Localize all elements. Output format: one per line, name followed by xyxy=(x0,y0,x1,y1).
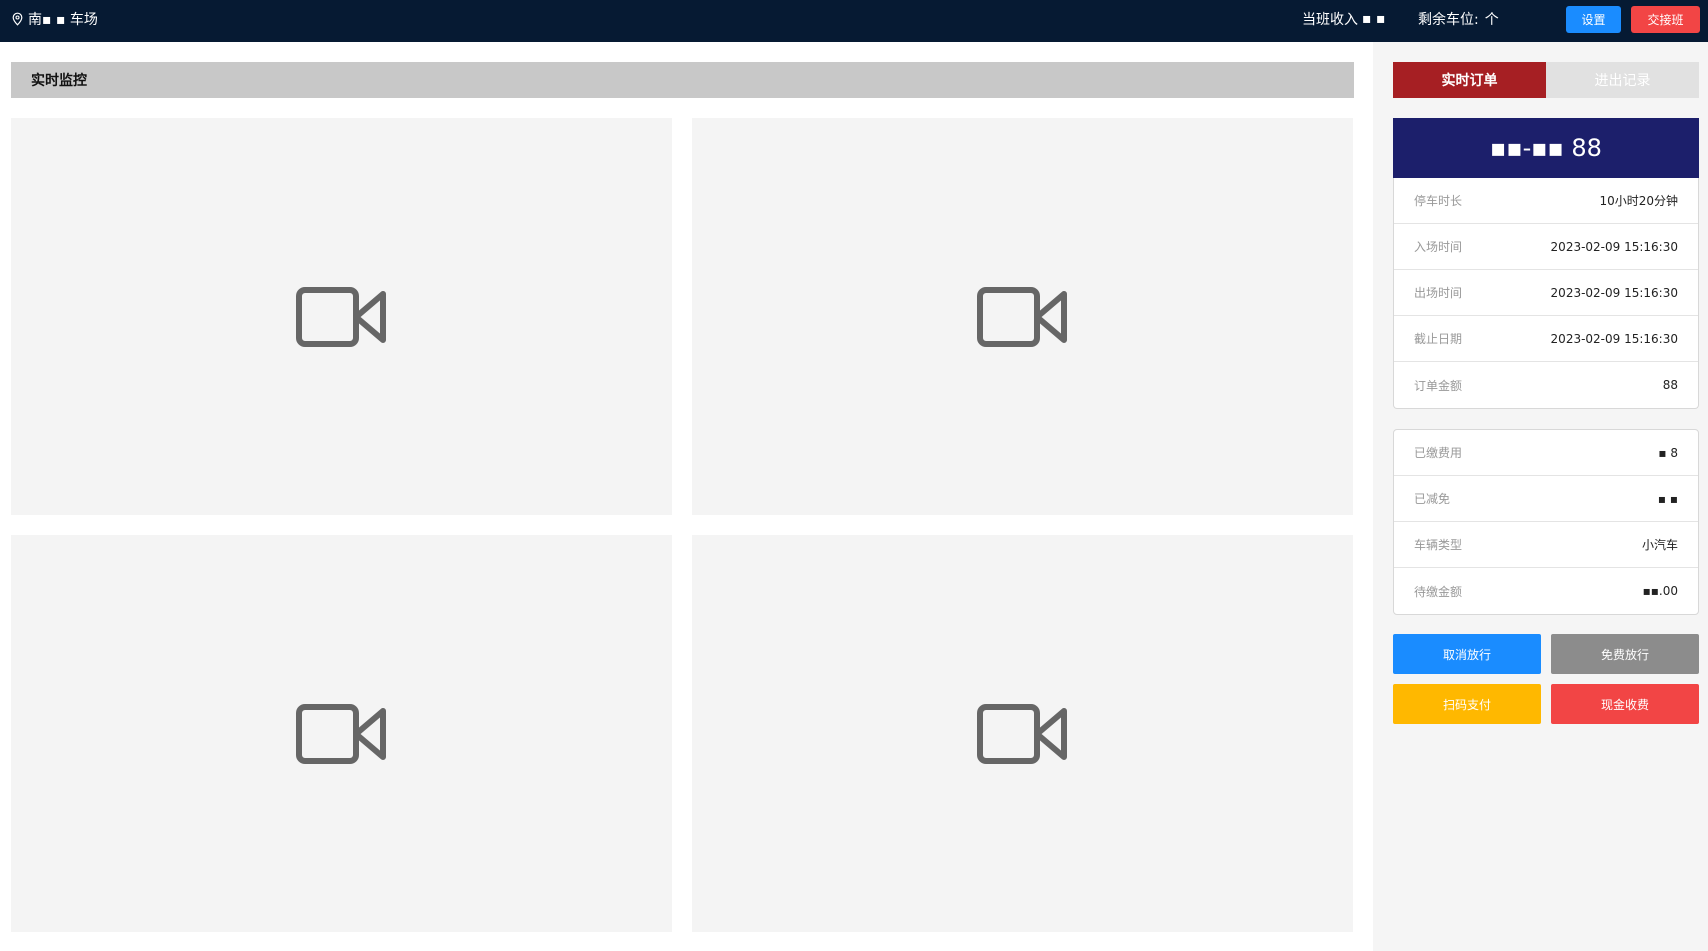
detail-label: 截止日期 xyxy=(1414,332,1463,346)
order-sidebar: 实时订单 进出记录 ▪▪-▪▪ 88 停车时长 10小时20分钟 入场时间 20… xyxy=(1373,42,1708,951)
camera-view-4[interactable] xyxy=(692,535,1353,932)
shift-income-label: 当班收入 xyxy=(1302,12,1358,28)
monitoring-area: 实时监控 xyxy=(0,42,1372,951)
remaining-spaces: 剩余车位: 个 xyxy=(1418,0,1499,38)
video-camera-icon xyxy=(295,703,386,764)
camera-view-2[interactable] xyxy=(692,118,1353,515)
detail-label: 已缴费用 xyxy=(1414,446,1463,460)
detail-row-exit-time: 出场时间 2023-02-09 15:16:30 xyxy=(1394,270,1698,316)
video-camera-icon xyxy=(295,286,386,347)
settings-button[interactable]: 设置 xyxy=(1566,6,1621,33)
detail-row-order-amount: 订单金额 88 xyxy=(1394,362,1698,408)
detail-value: ▪ ▪ xyxy=(1657,491,1678,506)
location-pin-icon xyxy=(12,12,23,26)
detail-row-entry-time: 入场时间 2023-02-09 15:16:30 xyxy=(1394,224,1698,270)
detail-value: 小汽车 xyxy=(1641,538,1678,552)
detail-row-deadline: 截止日期 2023-02-09 15:16:30 xyxy=(1394,316,1698,362)
shift-income: 当班收入 ▪ ▪ xyxy=(1302,0,1385,38)
detail-label: 停车时长 xyxy=(1414,194,1463,208)
cancel-release-button[interactable]: 取消放行 xyxy=(1393,634,1541,674)
top-bar: 南▪ ▪ 车场 当班收入 ▪ ▪ 剩余车位: 个 设置 交接班 xyxy=(0,0,1708,42)
video-camera-icon xyxy=(976,286,1067,347)
detail-value: ▪ 8 xyxy=(1658,445,1678,460)
detail-value: 2023-02-09 15:16:30 xyxy=(1550,331,1678,346)
detail-label: 已减免 xyxy=(1414,492,1451,506)
detail-row-discount: 已减免 ▪ ▪ xyxy=(1394,476,1698,522)
detail-row-paid: 已缴费用 ▪ 8 xyxy=(1394,430,1698,476)
order-details-card: 停车时长 10小时20分钟 入场时间 2023-02-09 15:16:30 出… xyxy=(1393,178,1699,409)
payment-details-card: 已缴费用 ▪ 8 已减免 ▪ ▪ 车辆类型 小汽车 待缴金额 ▪▪.00 xyxy=(1393,429,1699,615)
detail-label: 待缴金额 xyxy=(1414,584,1463,599)
handover-button[interactable]: 交接班 xyxy=(1631,6,1700,33)
camera-view-1[interactable] xyxy=(11,118,672,515)
detail-value: ▪▪.00 xyxy=(1642,584,1678,598)
detail-row-amount-due: 待缴金额 ▪▪.00 xyxy=(1394,568,1698,614)
plate-number: ▪▪-▪▪ 88 xyxy=(1490,134,1602,162)
license-plate: ▪▪-▪▪ 88 xyxy=(1393,118,1699,178)
camera-view-3[interactable] xyxy=(11,535,672,932)
free-release-button[interactable]: 免费放行 xyxy=(1551,634,1699,674)
video-camera-icon xyxy=(976,703,1067,764)
tab-realtime-orders[interactable]: 实时订单 xyxy=(1393,62,1546,98)
detail-label: 出场时间 xyxy=(1414,286,1463,300)
tab-entry-exit-records[interactable]: 进出记录 xyxy=(1546,62,1699,98)
scan-pay-button[interactable]: 扫码支付 xyxy=(1393,684,1541,724)
detail-row-parking-duration: 停车时长 10小时20分钟 xyxy=(1394,178,1698,224)
remaining-spaces-value: 个 xyxy=(1484,12,1499,28)
detail-value: 10小时20分钟 xyxy=(1599,194,1678,208)
detail-label: 入场时间 xyxy=(1414,240,1463,254)
detail-label: 车辆类型 xyxy=(1414,538,1463,552)
shift-income-value: ▪ ▪ xyxy=(1362,11,1386,27)
section-title: 实时监控 xyxy=(11,62,1354,98)
parking-lot-location: 南▪ ▪ 车场 xyxy=(11,0,98,38)
detail-label: 订单金额 xyxy=(1414,378,1463,393)
detail-value: 88 xyxy=(1662,378,1678,392)
detail-row-vehicle-type: 车辆类型 小汽车 xyxy=(1394,522,1698,568)
sidebar-tabs: 实时订单 进出记录 xyxy=(1393,62,1699,98)
parking-lot-name: 南▪ ▪ 车场 xyxy=(28,12,98,28)
detail-value: 2023-02-09 15:16:30 xyxy=(1550,285,1678,300)
remaining-spaces-label: 剩余车位: xyxy=(1418,12,1479,28)
cash-charge-button[interactable]: 现金收费 xyxy=(1551,684,1699,724)
detail-value: 2023-02-09 15:16:30 xyxy=(1550,239,1678,254)
